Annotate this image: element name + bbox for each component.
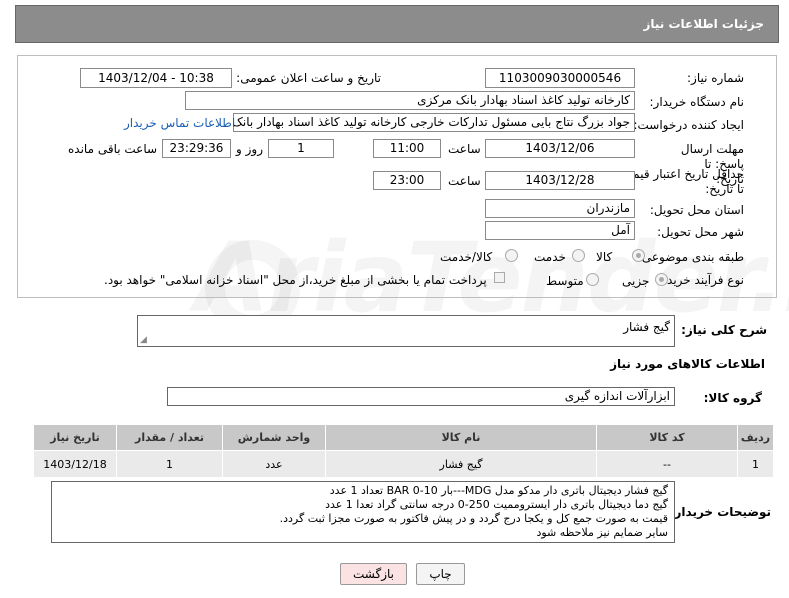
col-header-goods-code: کد کالا	[596, 424, 738, 451]
city-label: شهر محل تحویل:	[657, 225, 744, 239]
need-number-label: شماره نیاز:	[687, 71, 744, 85]
process-type-label: نوع فرآیند خرید :	[659, 273, 744, 287]
process-radio-medium[interactable]	[586, 273, 599, 286]
cell-row-number: 1	[737, 450, 774, 478]
process-option-minor: جزیی	[622, 274, 650, 288]
remaining-time-field[interactable]: 23:29:36	[162, 139, 231, 158]
validity-time-label: ساعت	[448, 174, 481, 188]
back-button[interactable]: بازگشت	[340, 563, 407, 585]
province-label: استان محل تحویل:	[649, 203, 744, 217]
goods-group-label: گروه کالا:	[703, 391, 762, 405]
category-radio-goods[interactable]	[632, 249, 645, 262]
col-header-unit: واحد شمارش	[222, 424, 326, 451]
announce-label: تاریخ و ساعت اعلان عمومی:	[236, 71, 381, 85]
buyer-notes-line: قیمت به صورت جمع کل و یکجا درج گردد و در…	[279, 512, 668, 525]
col-header-row-number: ردیف	[737, 424, 774, 451]
city-field[interactable]: آمل	[485, 221, 635, 240]
process-radio-minor[interactable]	[655, 273, 668, 286]
cell-unit: عدد	[222, 450, 326, 478]
print-button[interactable]: چاپ	[416, 563, 465, 585]
summary-field[interactable]: گیج فشار	[137, 315, 675, 347]
validity-date-field[interactable]: 1403/12/28	[485, 171, 635, 190]
col-header-quantity: تعداد / مقدار	[116, 424, 223, 451]
buyer-org-field[interactable]: کارخانه تولید کاغذ اسناد بهادار بانک مرک…	[185, 91, 635, 110]
treasury-payment-checkbox[interactable]	[494, 272, 505, 283]
goods-info-title: اطلاعات کالاهای مورد نیاز	[610, 357, 765, 371]
buyer-notes-line: سایر ضمایم نیز ملاحظه شود	[536, 526, 668, 539]
summary-label: شرح کلی نیاز:	[681, 323, 767, 337]
deadline-time-label: ساعت	[448, 142, 481, 156]
category-option-both: کالا/خدمت	[440, 250, 493, 264]
col-header-goods-name: نام کالا	[325, 424, 597, 451]
announce-field[interactable]: 1403/12/04 - 10:38	[80, 68, 232, 88]
cell-goods-code: --	[596, 450, 738, 478]
table-header-row: ردیف کد کالا نام کالا واحد شمارش تعداد /…	[33, 424, 774, 451]
buyer-notes-label: توضیحات خریدار:	[669, 505, 771, 519]
page-header: جزئیات اطلاعات نیاز	[15, 5, 779, 43]
page-title: جزئیات اطلاعات نیاز	[643, 17, 764, 31]
days-field[interactable]: 1	[268, 139, 334, 158]
creator-label: ایجاد کننده درخواست:	[633, 118, 744, 132]
need-number-field[interactable]: 1103009030000546	[485, 68, 635, 88]
resize-grip-icon: ◢	[140, 335, 147, 345]
province-field[interactable]: مازندران	[485, 199, 635, 218]
creator-field[interactable]: جواد بزرگ نتاج بایی مسئول تدارکات خارجی …	[233, 113, 635, 132]
goods-group-field[interactable]: ابزارآلات اندازه گیری	[167, 387, 675, 406]
buyer-notes-field[interactable]: گیج فشار دیجیتال باتری دار مدکو مدل MDG-…	[51, 481, 675, 543]
buyer-notes-line: گیج دما دیجیتال باتری دار ایستروممیت 250…	[325, 498, 668, 511]
category-radio-both[interactable]	[505, 249, 518, 262]
contact-info-link[interactable]: اطلاعات تماس خریدار	[124, 116, 235, 130]
deadline-date-field[interactable]: 1403/12/06	[485, 139, 635, 158]
category-radio-service[interactable]	[572, 249, 585, 262]
days-label: روز و	[236, 142, 263, 156]
col-header-need-date: تاریخ نیاز	[33, 424, 117, 451]
goods-table: ردیف کد کالا نام کالا واحد شمارش تعداد /…	[33, 424, 774, 478]
category-option-service: خدمت	[534, 250, 566, 264]
category-label: طبقه بندی موضوعی:	[637, 250, 744, 264]
category-option-goods: کالا	[596, 250, 613, 264]
remaining-time-label: ساعت باقی مانده	[68, 142, 158, 156]
cell-need-date: 1403/12/18	[33, 450, 117, 478]
deadline-time-field[interactable]: 11:00	[373, 139, 441, 158]
process-option-medium: متوسط	[546, 274, 584, 288]
table-row[interactable]: 1 -- گیج فشار عدد 1 1403/12/18	[33, 450, 774, 478]
cell-goods-name: گیج فشار	[325, 450, 597, 478]
buyer-org-label: نام دستگاه خریدار:	[649, 95, 745, 109]
treasury-payment-note: پرداخت تمام یا بخشی از مبلغ خرید،از محل …	[104, 273, 487, 287]
validity-time-field[interactable]: 23:00	[373, 171, 441, 190]
cell-quantity: 1	[116, 450, 223, 478]
buyer-notes-line: گیج فشار دیجیتال باتری دار مدکو مدل MDG-…	[329, 484, 668, 497]
